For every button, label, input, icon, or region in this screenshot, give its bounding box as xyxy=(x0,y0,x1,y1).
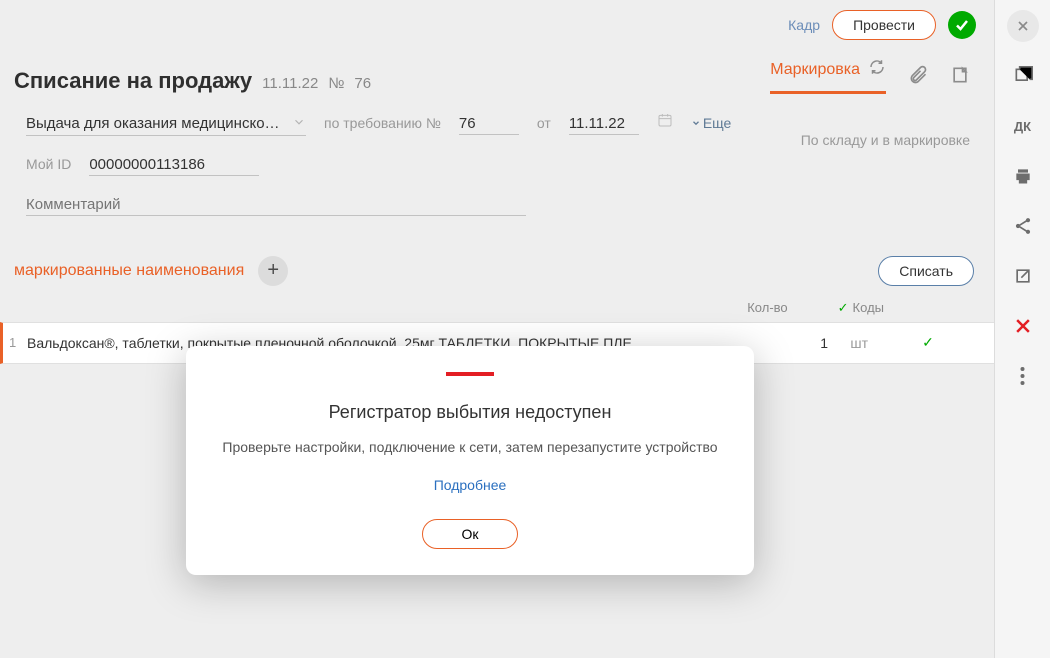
kadr-link[interactable]: Кадр xyxy=(788,17,820,33)
chevron-down-icon xyxy=(691,115,701,131)
external-link-icon[interactable] xyxy=(1007,260,1039,292)
from-label: от xyxy=(537,115,551,131)
col-codes: Коды xyxy=(853,300,884,315)
modal-stripe xyxy=(446,372,494,376)
modal-message: Проверьте настройки, подключение к сети,… xyxy=(214,439,726,455)
demand-number-field[interactable]: 76 xyxy=(459,113,519,135)
check-icon: ✓ xyxy=(838,300,849,316)
more-label: Еще xyxy=(703,115,732,131)
write-off-button[interactable]: Списать xyxy=(878,256,974,286)
close-icon[interactable] xyxy=(1007,10,1039,42)
delete-icon[interactable] xyxy=(1007,310,1039,342)
myid-label: Мой ID xyxy=(26,156,71,172)
tab-marking[interactable]: Маркировка xyxy=(770,58,886,94)
tab-marking-label: Маркировка xyxy=(770,61,860,79)
marked-items-heading: маркированные наименования xyxy=(14,262,244,280)
comment-input[interactable] xyxy=(26,194,526,216)
notes-icon[interactable] xyxy=(950,65,970,88)
title-num: 76 xyxy=(354,75,371,92)
row-qty: 1 xyxy=(768,335,828,351)
modal-ok-button[interactable]: Ок xyxy=(422,519,517,549)
success-badge-icon xyxy=(948,11,976,39)
calendar-icon[interactable] xyxy=(657,112,673,131)
modal-more-link[interactable]: Подробнее xyxy=(434,477,507,493)
myid-field[interactable]: 00000000113186 xyxy=(89,154,259,176)
col-qty: Кол-во xyxy=(747,300,787,316)
attachment-icon[interactable] xyxy=(908,65,928,88)
row-codes-check-icon: ✓ xyxy=(868,334,988,351)
refresh-icon[interactable] xyxy=(868,58,886,81)
more-link[interactable]: Еще xyxy=(691,115,732,131)
share-icon[interactable] xyxy=(1007,210,1039,242)
print-icon[interactable] xyxy=(1007,160,1039,192)
dk-label[interactable]: ДК xyxy=(1007,110,1039,142)
title-date: 11.11.22 xyxy=(262,75,318,92)
modal-title: Регистратор выбытия недоступен xyxy=(214,402,726,423)
title-num-prefix: № xyxy=(328,75,344,92)
windows-icon[interactable] xyxy=(1007,60,1039,92)
process-button[interactable]: Провести xyxy=(832,10,936,40)
from-date-field[interactable]: 11.11.22 xyxy=(569,113,639,135)
demand-label: по требованию № xyxy=(324,115,441,131)
warehouse-marking-link[interactable]: По складу и в маркировке xyxy=(801,112,980,148)
chevron-down-icon xyxy=(292,115,306,133)
add-item-button[interactable]: + xyxy=(258,256,288,286)
reason-value: Выдача для оказания медицинской по… xyxy=(26,115,286,132)
row-index: 1 xyxy=(9,335,27,350)
error-modal: Регистратор выбытия недоступен Проверьте… xyxy=(186,346,754,575)
page-title: Списание на продажу xyxy=(14,68,252,94)
reason-select[interactable]: Выдача для оказания медицинской по… xyxy=(26,113,306,136)
row-unit: шт xyxy=(828,335,868,351)
more-menu-icon[interactable] xyxy=(1007,360,1039,392)
